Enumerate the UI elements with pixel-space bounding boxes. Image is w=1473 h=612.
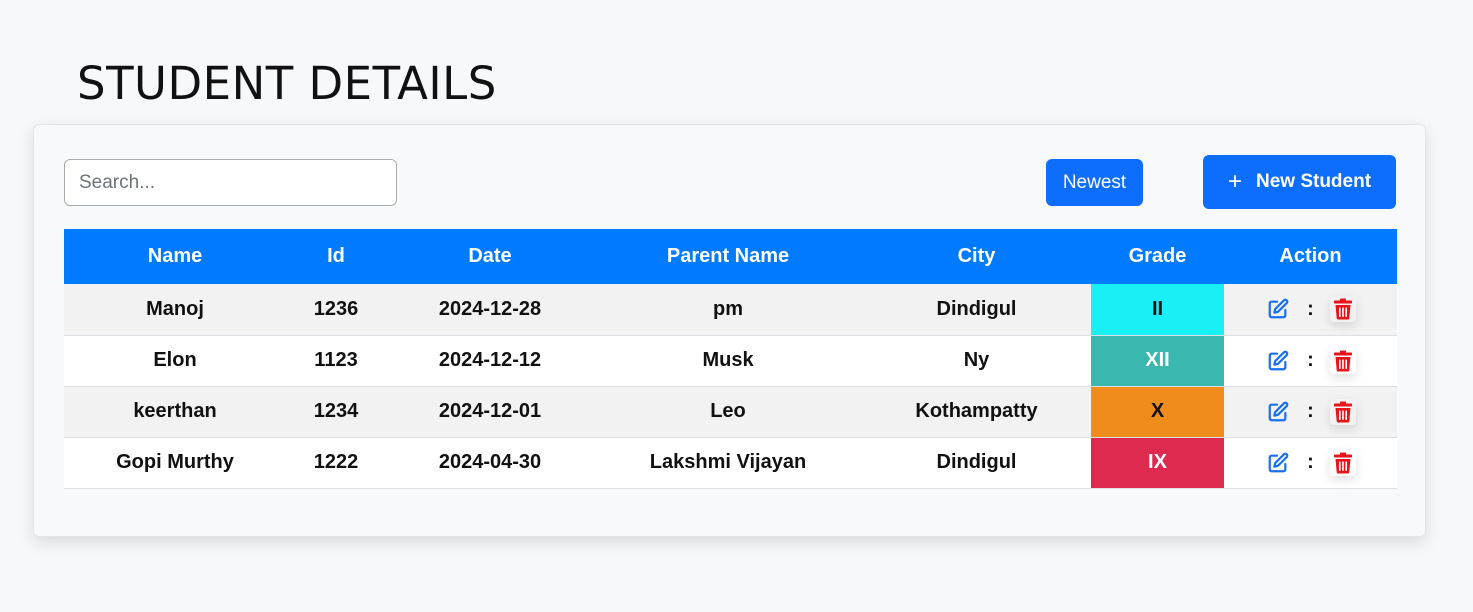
cell-date: 2024-04-30 xyxy=(438,451,542,473)
action-separator: : xyxy=(1307,349,1314,371)
column-header-date[interactable]: Date xyxy=(386,229,594,284)
table-row[interactable]: Manoj 1236 2024-12-28 pm Dindigul II : xyxy=(64,284,1397,335)
row-actions: : xyxy=(1224,296,1397,322)
search-input[interactable] xyxy=(64,159,397,206)
edit-icon[interactable] xyxy=(1265,348,1291,374)
trash-icon[interactable] xyxy=(1330,296,1356,322)
cell-date: 2024-12-01 xyxy=(438,400,542,422)
cell-parent-name: Leo xyxy=(710,400,746,422)
cell-id: 1123 xyxy=(314,349,358,371)
newest-sort-button[interactable]: Newest xyxy=(1046,159,1143,206)
plus-icon: + xyxy=(1227,168,1242,195)
cell-name: keerthan xyxy=(133,400,217,422)
cell-parent-name: Lakshmi Vijayan xyxy=(649,451,807,473)
row-actions: : xyxy=(1224,450,1397,476)
cell-id: 1236 xyxy=(313,297,359,320)
cell-grade-badge: X xyxy=(1091,386,1224,437)
column-header-action: Action xyxy=(1279,245,1342,267)
table-body: Manoj 1236 2024-12-28 pm Dindigul II : E… xyxy=(64,284,1397,488)
row-actions: : xyxy=(1224,348,1397,374)
cell-action: : xyxy=(1224,335,1397,386)
column-header-id[interactable]: Id xyxy=(286,229,386,284)
cell-grade-badge: XII xyxy=(1091,335,1224,386)
cell-name: Gopi Murthy xyxy=(116,451,234,473)
edit-icon[interactable] xyxy=(1265,399,1291,425)
new-student-label: New Student xyxy=(1255,171,1372,192)
new-student-button[interactable]: + New Student xyxy=(1203,155,1396,209)
row-actions: : xyxy=(1224,399,1397,425)
cell-grade-badge: IX xyxy=(1091,437,1224,488)
cell-name: Elon xyxy=(153,349,197,371)
column-header-name[interactable]: Name xyxy=(64,229,286,284)
column-header-grade[interactable]: Grade xyxy=(1091,229,1224,284)
trash-icon[interactable] xyxy=(1330,348,1356,374)
cell-name: Manoj xyxy=(146,297,204,320)
table-row[interactable]: Elon 1123 2024-12-12 Musk Ny XII : xyxy=(64,335,1397,386)
page: STUDENT DETAILS Newest + New Student Nam… xyxy=(0,0,1473,612)
action-separator: : xyxy=(1307,400,1314,422)
cell-action: : xyxy=(1224,437,1397,488)
trash-icon[interactable] xyxy=(1330,399,1356,425)
cell-grade-badge: II xyxy=(1091,284,1224,335)
cell-date: 2024-12-28 xyxy=(438,297,542,320)
cell-parent-name: pm xyxy=(713,297,743,320)
cell-city: Kothampatty xyxy=(915,400,1038,422)
cell-action: : xyxy=(1224,284,1397,335)
cell-date: 2024-12-12 xyxy=(438,349,542,371)
cell-city: Dindigul xyxy=(936,297,1017,320)
cell-action: : xyxy=(1224,386,1397,437)
cell-id: 1222 xyxy=(313,451,359,473)
trash-icon[interactable] xyxy=(1330,450,1356,476)
edit-icon[interactable] xyxy=(1265,296,1291,322)
edit-icon[interactable] xyxy=(1265,450,1291,476)
students-table: Name Id Date Parent Name City Grade Acti… xyxy=(64,229,1397,489)
cell-city: Dindigul xyxy=(936,451,1017,473)
column-header-city[interactable]: City xyxy=(862,229,1091,284)
column-header-parent-name[interactable]: Parent Name xyxy=(594,229,862,284)
page-title: STUDENT DETAILS xyxy=(77,57,497,110)
cell-id: 1234 xyxy=(313,400,359,422)
cell-parent-name: Musk xyxy=(702,349,754,371)
student-card: Newest + New Student Name Id Date Pare xyxy=(33,124,1426,537)
table-row[interactable]: keerthan 1234 2024-12-01 Leo Kothampatty… xyxy=(64,386,1397,437)
table-row[interactable]: Gopi Murthy 1222 2024-04-30 Lakshmi Vija… xyxy=(64,437,1397,488)
action-separator: : xyxy=(1307,297,1314,320)
cell-city: Ny xyxy=(963,349,990,371)
table-header-row: Name Id Date Parent Name City Grade Acti… xyxy=(64,229,1397,284)
action-separator: : xyxy=(1307,451,1314,473)
